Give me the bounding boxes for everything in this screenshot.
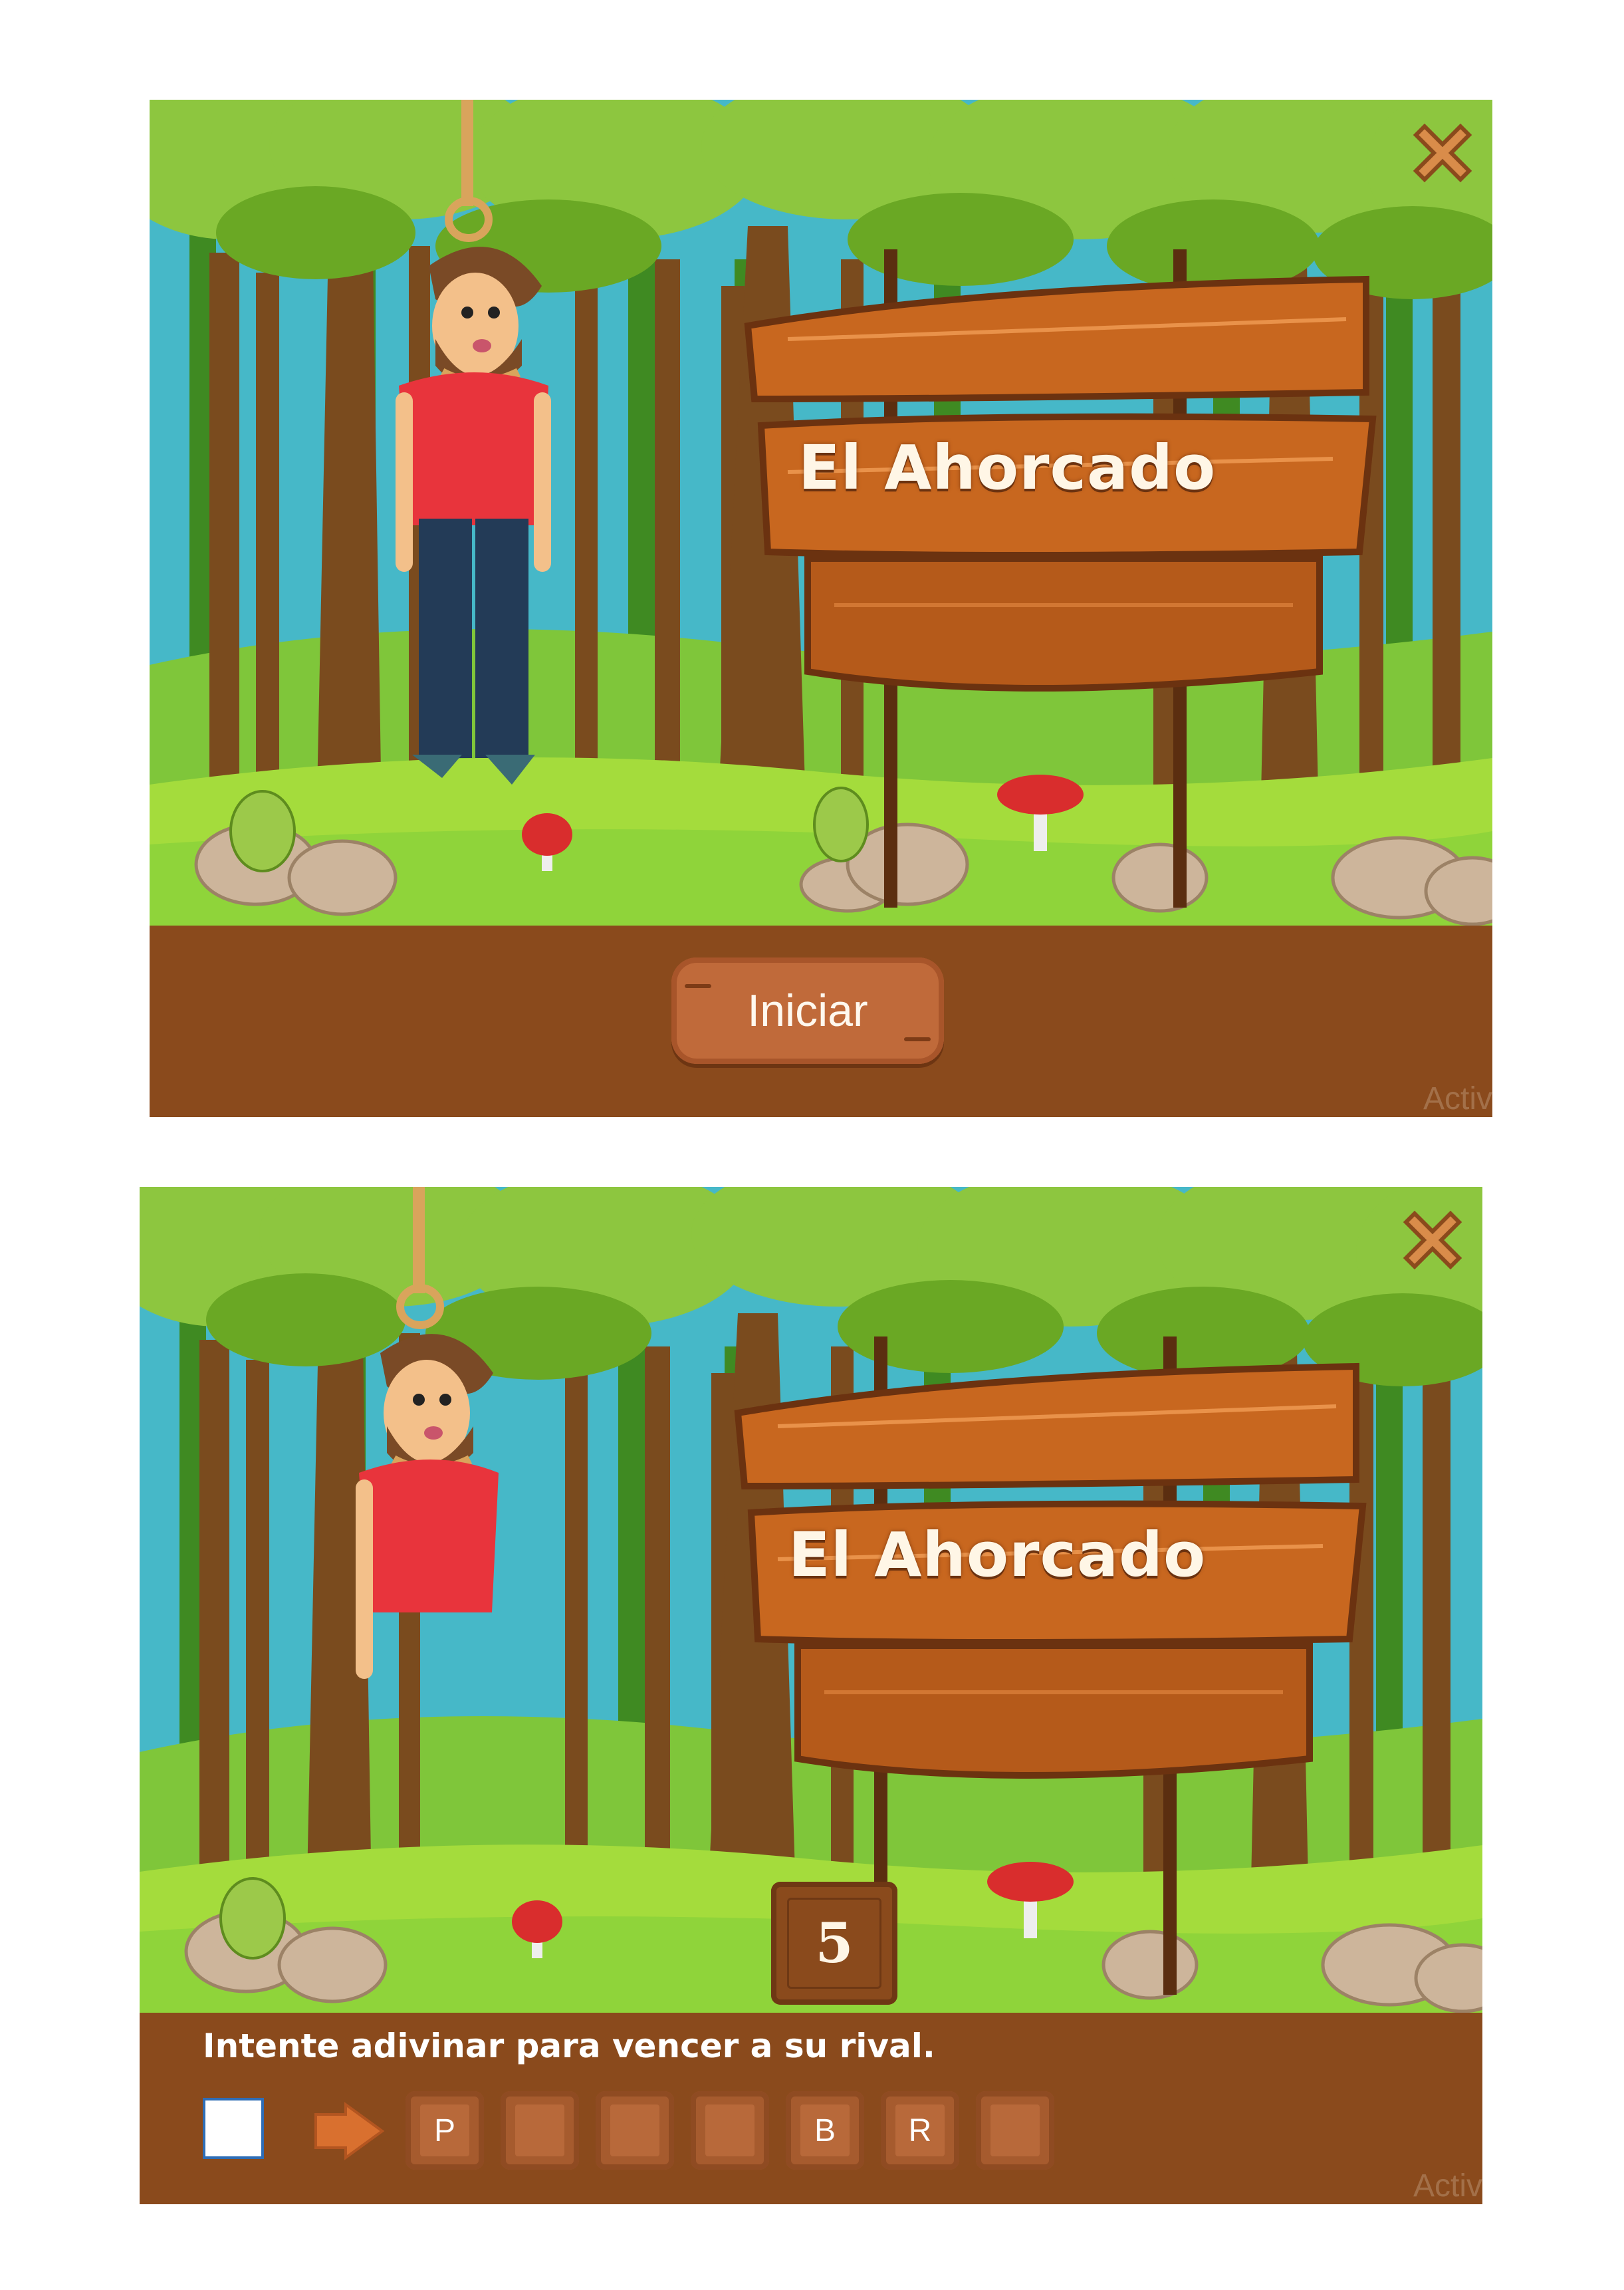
start-button[interactable]: Iniciar xyxy=(671,957,944,1064)
start-button-label: Iniciar xyxy=(747,985,868,1036)
attempts-counter: 5 xyxy=(771,1882,897,2005)
letter-slot: R xyxy=(881,2091,959,2170)
letter-slot: B xyxy=(786,2091,864,2170)
instruction-text: Intente adivinar para vencer a su rival. xyxy=(203,2027,935,2065)
close-button[interactable] xyxy=(1406,116,1479,190)
forest-scene xyxy=(150,100,1492,926)
submit-button[interactable] xyxy=(312,2101,386,2161)
game-title: El Ahorcado xyxy=(798,432,1217,503)
close-icon xyxy=(1413,123,1472,183)
close-button[interactable] xyxy=(1396,1204,1469,1277)
game-screen-start: El Ahorcado Iniciar Activ xyxy=(150,100,1492,1117)
watermark: Activ xyxy=(1413,2168,1482,2204)
watermark: Activ xyxy=(1423,1081,1492,1116)
letter-slot: P xyxy=(406,2091,484,2170)
letter-slot xyxy=(501,2091,579,2170)
letter-input[interactable] xyxy=(203,2098,264,2159)
game-screen-play: El Ahorcado 5 Intente adivinar para venc… xyxy=(140,1187,1482,2204)
letter-slot xyxy=(596,2091,674,2170)
letter-slot xyxy=(691,2091,769,2170)
close-icon xyxy=(1403,1210,1462,1270)
arrow-right-icon xyxy=(314,2102,385,2160)
letter-slot xyxy=(976,2091,1054,2170)
game-title: El Ahorcado xyxy=(788,1519,1207,1590)
